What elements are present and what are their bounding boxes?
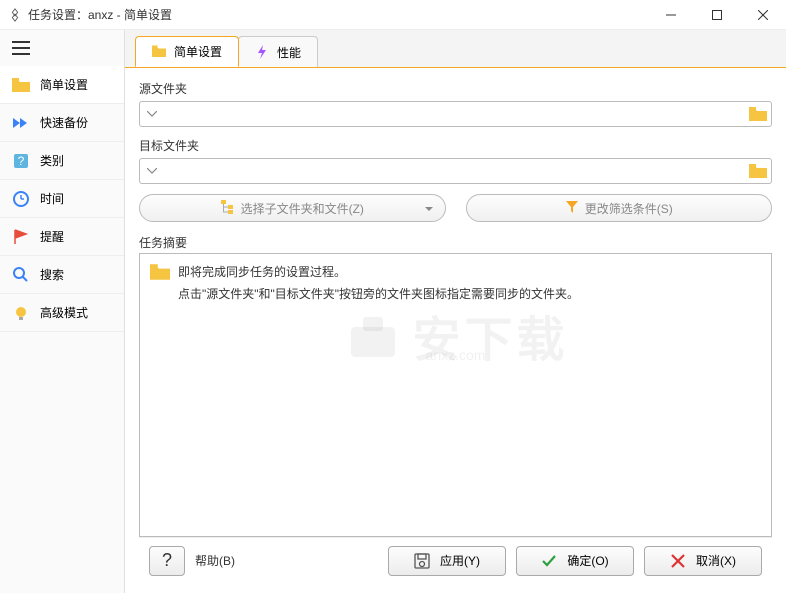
category-icon: ?: [12, 152, 30, 170]
summary-box: 安下载 anxz.com 即将完成同步任务的设置过程。 点击"源文件夹"和"目标…: [139, 253, 772, 537]
sidebar-item-label: 高级模式: [40, 304, 88, 321]
ok-button[interactable]: 确定(O): [516, 546, 634, 576]
lightning-icon: [255, 45, 269, 59]
select-subfolders-button[interactable]: 选择子文件夹和文件(Z): [139, 194, 446, 222]
sidebar-item-reminder[interactable]: 提醒: [0, 218, 124, 256]
apply-button[interactable]: 应用(Y): [388, 546, 506, 576]
close-button[interactable]: [740, 0, 786, 30]
maximize-button[interactable]: [694, 0, 740, 30]
sidebar-item-advanced[interactable]: 高级模式: [0, 294, 124, 332]
filter-icon: [565, 200, 579, 217]
minimize-button[interactable]: [648, 0, 694, 30]
sidebar-item-label: 搜索: [40, 266, 64, 283]
help-icon-button[interactable]: ?: [149, 546, 185, 576]
sidebar-item-label: 类别: [40, 152, 64, 169]
sidebar-item-simple[interactable]: 简单设置: [0, 66, 124, 104]
window-controls: [648, 0, 786, 30]
button-label: 选择子文件夹和文件(Z): [241, 200, 364, 217]
window-title: 任务设置：anxz - 简单设置: [28, 6, 648, 23]
folder-icon: [152, 45, 166, 59]
x-icon: [670, 553, 686, 569]
clock-icon: [12, 190, 30, 208]
tree-icon: [221, 200, 235, 217]
tabs-row: 简单设置 性能: [125, 30, 786, 67]
summary-text: 即将完成同步任务的设置过程。 点击"源文件夹"和"目标文件夹"按钮旁的文件夹图标…: [178, 262, 761, 528]
button-label: 更改筛选条件(S): [585, 200, 673, 217]
bulb-icon: [12, 304, 30, 322]
main-area: 简单设置 性能 源文件夹 目标文件夹: [125, 30, 786, 593]
target-folder-label: 目标文件夹: [139, 137, 772, 154]
summary-line: 即将完成同步任务的设置过程。: [178, 262, 761, 284]
search-icon: [12, 266, 30, 284]
target-folder-input[interactable]: [139, 158, 772, 184]
sidebar-item-label: 时间: [40, 190, 64, 207]
content-panel: 源文件夹 目标文件夹 选择子文件夹和文件(Z): [125, 67, 786, 593]
button-label: 应用(Y): [440, 552, 480, 569]
tab-label: 简单设置: [174, 43, 222, 60]
summary-line: 点击"源文件夹"和"目标文件夹"按钮旁的文件夹图标指定需要同步的文件夹。: [178, 284, 761, 306]
chevron-down-icon[interactable]: [140, 168, 164, 174]
svg-text:?: ?: [18, 154, 25, 168]
tab-simple[interactable]: 简单设置: [135, 36, 239, 67]
folder-icon: [12, 76, 30, 94]
hamburger-menu[interactable]: [0, 30, 124, 66]
sidebar-item-search[interactable]: 搜索: [0, 256, 124, 294]
source-folder-label: 源文件夹: [139, 80, 772, 97]
app-icon: [8, 8, 22, 22]
sidebar-item-category[interactable]: ? 类别: [0, 142, 124, 180]
browse-target-button[interactable]: [745, 164, 771, 178]
sidebar-item-quick-backup[interactable]: 快速备份: [0, 104, 124, 142]
chevron-down-icon: [425, 201, 433, 215]
sidebar-item-label: 快速备份: [40, 114, 88, 131]
flag-icon: [12, 228, 30, 246]
browse-source-button[interactable]: [745, 107, 771, 121]
source-folder-input[interactable]: [139, 101, 772, 127]
fast-forward-icon: [12, 114, 30, 132]
sidebar-item-label: 简单设置: [40, 76, 88, 93]
button-label: 取消(X): [696, 552, 736, 569]
button-label: 确定(O): [567, 552, 608, 569]
check-icon: [541, 553, 557, 569]
tab-label: 性能: [277, 44, 301, 61]
titlebar: 任务设置：anxz - 简单设置: [0, 0, 786, 30]
change-filter-button[interactable]: 更改筛选条件(S): [466, 194, 773, 222]
help-button[interactable]: 帮助(B): [195, 552, 235, 569]
chevron-down-icon[interactable]: [140, 111, 164, 117]
tab-performance[interactable]: 性能: [238, 36, 318, 67]
sidebar-item-label: 提醒: [40, 228, 64, 245]
footer: ? 帮助(B) 应用(Y) 确定(O) 取消(X): [139, 537, 772, 583]
sidebar-item-time[interactable]: 时间: [0, 180, 124, 218]
folder-icon: [150, 262, 170, 528]
sidebar: 简单设置 快速备份 ? 类别 时间 提醒 搜索 高级模式: [0, 30, 125, 593]
save-icon: [414, 553, 430, 569]
cancel-button[interactable]: 取消(X): [644, 546, 762, 576]
summary-label: 任务摘要: [139, 234, 772, 251]
